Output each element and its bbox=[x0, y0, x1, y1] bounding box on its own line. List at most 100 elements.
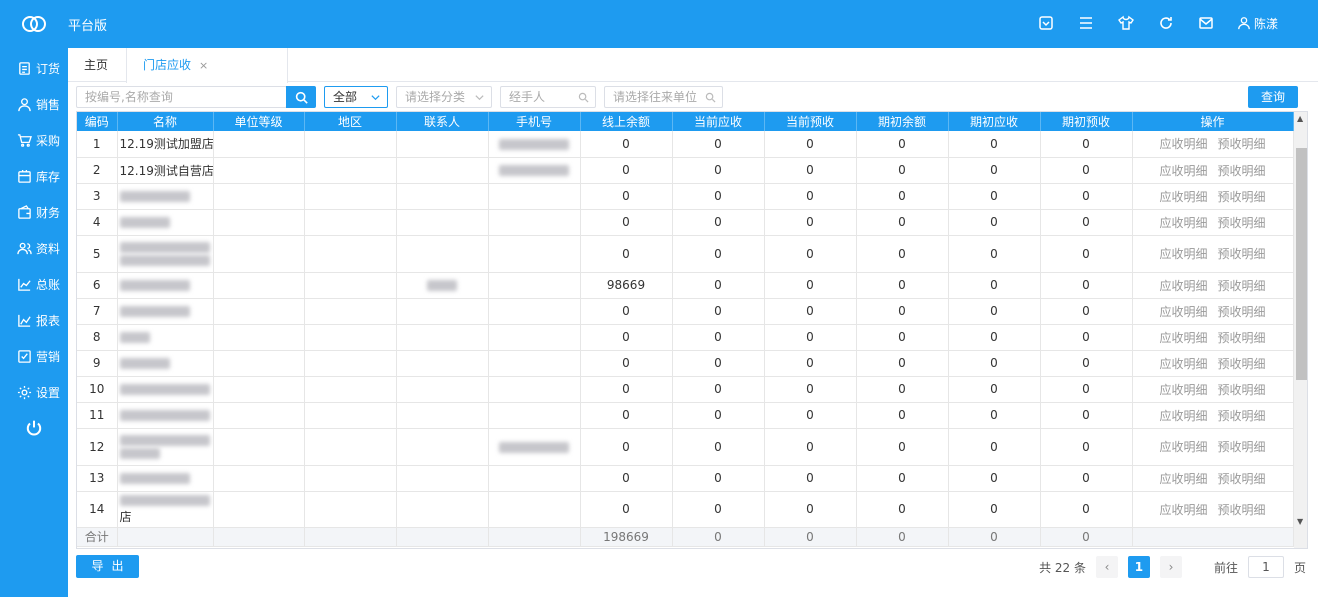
prepaid-detail-link[interactable]: 预收明细 bbox=[1218, 305, 1266, 319]
status-select[interactable]: 全部 bbox=[324, 86, 388, 108]
refresh-icon[interactable] bbox=[1157, 14, 1175, 32]
cell-cur_pre: 0 bbox=[764, 157, 857, 184]
cell-name bbox=[117, 402, 214, 429]
receivable-detail-link[interactable]: 应收明细 bbox=[1159, 472, 1207, 486]
cell-name bbox=[117, 298, 214, 325]
prepaid-detail-link[interactable]: 预收明细 bbox=[1218, 279, 1266, 293]
cell-online: 0 bbox=[580, 376, 673, 403]
prepaid-detail-link[interactable]: 预收明细 bbox=[1218, 440, 1266, 454]
sidebar-item-ledger[interactable]: 总账 bbox=[0, 266, 68, 302]
cell-init_pre: 0 bbox=[1040, 235, 1133, 273]
total-count: 共 22 条 bbox=[1039, 560, 1086, 575]
export-button[interactable]: 导出 bbox=[76, 555, 139, 578]
sidebar-item-settings[interactable]: 设置 bbox=[0, 374, 68, 410]
cart-icon bbox=[17, 133, 32, 147]
table-row[interactable]: 10 0 0 0 0 0 0 应收明细 预收明细 bbox=[77, 376, 1294, 403]
total-label: 合计 bbox=[77, 527, 118, 547]
chevron-down-icon bbox=[371, 95, 380, 101]
sidebar-item-finance[interactable]: 财务 bbox=[0, 194, 68, 230]
mail-icon[interactable] bbox=[1197, 14, 1215, 32]
prepaid-detail-link[interactable]: 预收明细 bbox=[1218, 331, 1266, 345]
goto-page-input[interactable]: 1 bbox=[1247, 556, 1284, 578]
prepaid-detail-link[interactable]: 预收明细 bbox=[1218, 137, 1266, 151]
sidebar-item-data[interactable]: 资料 bbox=[0, 230, 68, 266]
scroll-up-icon[interactable]: ▲ bbox=[1297, 114, 1303, 123]
column-header: 当前预收 bbox=[764, 112, 857, 131]
scroll-thumb[interactable] bbox=[1296, 148, 1307, 380]
theme-shirt-icon[interactable] bbox=[1117, 14, 1135, 32]
sidebar-item-inventory[interactable]: 库存 bbox=[0, 158, 68, 194]
receivable-detail-link[interactable]: 应收明细 bbox=[1159, 137, 1207, 151]
prepaid-detail-link[interactable]: 预收明细 bbox=[1218, 383, 1266, 397]
table-row[interactable]: 12 0 0 0 0 0 0 应收明细 预收明细 bbox=[77, 428, 1294, 466]
sidebar-item-report[interactable]: 报表 bbox=[0, 302, 68, 338]
table-row[interactable]: 14 店 0 0 0 0 0 0 应收明细 预收明细 bbox=[77, 491, 1294, 528]
receivable-detail-link[interactable]: 应收明细 bbox=[1159, 305, 1207, 319]
table-row[interactable]: 5 0 0 0 0 0 0 应收明细 预收明细 bbox=[77, 235, 1294, 273]
table-row[interactable]: 7 0 0 0 0 0 0 应收明细 预收明细 bbox=[77, 298, 1294, 325]
receivable-detail-link[interactable]: 应收明细 bbox=[1159, 331, 1207, 345]
cell-level bbox=[213, 350, 305, 377]
next-page-button[interactable]: › bbox=[1159, 556, 1182, 578]
search-input[interactable]: 按编号,名称查询 bbox=[76, 86, 287, 108]
cell-name bbox=[117, 209, 214, 236]
tab-store-receivable[interactable]: 门店应收 × bbox=[126, 48, 288, 83]
table-row[interactable]: 13 0 0 0 0 0 0 应收明细 预收明细 bbox=[77, 465, 1294, 492]
table-row[interactable]: 4 0 0 0 0 0 0 应收明细 预收明细 bbox=[77, 209, 1294, 236]
sidebar-item-purchase[interactable]: 采购 bbox=[0, 122, 68, 158]
sidebar-item-sales[interactable]: 销售 bbox=[0, 86, 68, 122]
prepaid-detail-link[interactable]: 预收明细 bbox=[1218, 247, 1266, 261]
prepaid-detail-link[interactable]: 预收明细 bbox=[1218, 164, 1266, 178]
handler-select[interactable]: 经手人 bbox=[500, 86, 596, 108]
vertical-scrollbar[interactable]: ▲ ▼ bbox=[1294, 112, 1307, 548]
cell-init_recv: 0 bbox=[948, 131, 1041, 158]
receivable-detail-link[interactable]: 应收明细 bbox=[1159, 164, 1207, 178]
receivable-detail-link[interactable]: 应收明细 bbox=[1159, 190, 1207, 204]
logout-button[interactable] bbox=[0, 410, 68, 446]
user-menu[interactable]: 陈漾 bbox=[1237, 15, 1278, 32]
receivable-detail-link[interactable]: 应收明细 bbox=[1159, 247, 1207, 261]
cell-init_bal: 0 bbox=[856, 402, 949, 429]
scroll-down-icon[interactable]: ▼ bbox=[1297, 517, 1303, 526]
prepaid-detail-link[interactable]: 预收明细 bbox=[1218, 190, 1266, 204]
partner-select[interactable]: 请选择往来单位 bbox=[604, 86, 723, 108]
prepaid-detail-link[interactable]: 预收明细 bbox=[1218, 409, 1266, 423]
prepaid-detail-link[interactable]: 预收明细 bbox=[1218, 216, 1266, 230]
prepaid-detail-link[interactable]: 预收明细 bbox=[1218, 357, 1266, 371]
query-button[interactable]: 查询 bbox=[1248, 86, 1298, 108]
table-row[interactable]: 6 98669 0 0 0 0 0 应收明细 预收明细 bbox=[77, 272, 1294, 299]
prev-page-button[interactable]: ‹ bbox=[1095, 556, 1118, 578]
tab-home[interactable]: 主页 bbox=[68, 48, 126, 82]
receivable-detail-link[interactable]: 应收明细 bbox=[1159, 383, 1207, 397]
sidebar-item-order[interactable]: 订货 bbox=[0, 50, 68, 86]
close-icon[interactable]: × bbox=[199, 59, 208, 72]
cell-name bbox=[117, 324, 214, 351]
prepaid-detail-link[interactable]: 预收明细 bbox=[1218, 472, 1266, 486]
table-row[interactable]: 3 0 0 0 0 0 0 应收明细 预收明细 bbox=[77, 183, 1294, 210]
search-button[interactable] bbox=[286, 86, 316, 108]
table-row[interactable]: 11 0 0 0 0 0 0 应收明细 预收明细 bbox=[77, 402, 1294, 429]
category-select[interactable]: 请选择分类 bbox=[396, 86, 492, 108]
receivable-detail-link[interactable]: 应收明细 bbox=[1159, 357, 1207, 371]
report-icon bbox=[18, 314, 31, 327]
page-number[interactable]: 1 bbox=[1127, 556, 1150, 578]
menu-icon[interactable] bbox=[1077, 14, 1095, 32]
prepaid-detail-link[interactable]: 预收明细 bbox=[1218, 503, 1266, 517]
cell-cur_pre: 0 bbox=[764, 491, 857, 528]
sidebar-item-marketing[interactable]: 营销 bbox=[0, 338, 68, 374]
dropdown-box-icon[interactable] bbox=[1037, 14, 1055, 32]
cell-cur_pre: 0 bbox=[764, 402, 857, 429]
cell-init_recv: 0 bbox=[948, 402, 1041, 429]
table-row[interactable]: 8 0 0 0 0 0 0 应收明细 预收明细 bbox=[77, 324, 1294, 351]
table-row[interactable]: 2 12.19测试自营店 0 0 0 0 0 0 应收明细 预收明细 bbox=[77, 157, 1294, 184]
receivable-detail-link[interactable]: 应收明细 bbox=[1159, 279, 1207, 293]
receivable-detail-link[interactable]: 应收明细 bbox=[1159, 503, 1207, 517]
table-row[interactable]: 1 12.19测试加盟店 0 0 0 0 0 0 应收明细 预收明细 bbox=[77, 131, 1294, 158]
cell-init_pre: 0 bbox=[1040, 157, 1133, 184]
table-row[interactable]: 9 0 0 0 0 0 0 应收明细 预收明细 bbox=[77, 350, 1294, 377]
receivable-detail-link[interactable]: 应收明细 bbox=[1159, 216, 1207, 230]
receivable-detail-link[interactable]: 应收明细 bbox=[1159, 440, 1207, 454]
cell-phone bbox=[488, 157, 581, 184]
receivable-detail-link[interactable]: 应收明细 bbox=[1159, 409, 1207, 423]
cell-init_recv: 0 bbox=[948, 272, 1041, 299]
